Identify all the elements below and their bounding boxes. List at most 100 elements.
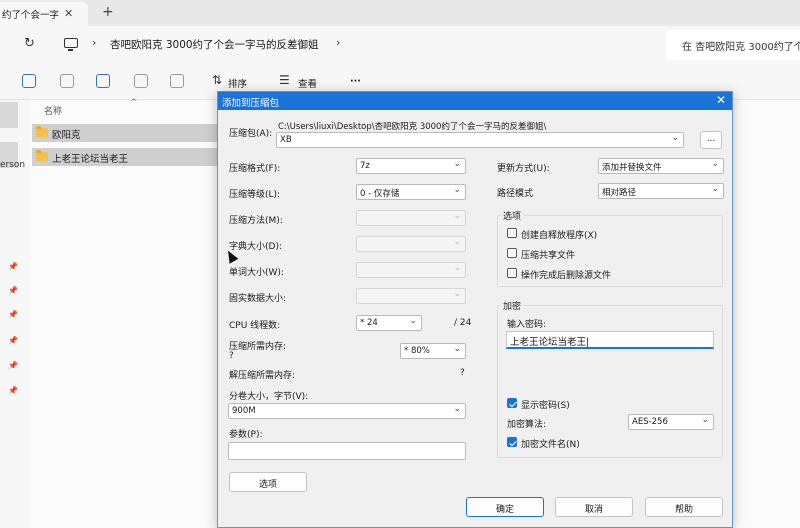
browse-button[interactable]: ...: [700, 131, 722, 149]
archive-name-combo[interactable]: XB ⌄: [276, 132, 684, 148]
cancel-button[interactable]: 取消: [555, 497, 633, 517]
paste-icon[interactable]: [60, 74, 74, 88]
file-name: 欧阳克: [52, 130, 81, 141]
nav-item-label[interactable]: erson: [0, 160, 25, 170]
breadcrumb-folder[interactable]: 杏吧欧阳克 3000约了个会一字马的反差御姐: [110, 37, 319, 52]
show-password-checkbox[interactable]: [507, 398, 517, 408]
delete-source-label[interactable]: 操作完成后删除源文件: [521, 268, 611, 281]
level-value: 0 - 仅存储: [360, 189, 400, 199]
view-button[interactable]: 查看: [298, 76, 317, 90]
sfx-checkbox[interactable]: [507, 228, 517, 238]
add-to-archive-dialog: 添加到压缩包 ✕ 压缩包(A): C:\Users\liuxi\Desktop\…: [217, 91, 733, 528]
password-input[interactable]: 上老王论坛当老王|: [506, 331, 714, 349]
split-volume-combo[interactable]: 900M ⌄: [228, 403, 466, 419]
tab-bar: 约了个会一字 ✕ +: [0, 0, 800, 26]
decompress-memory-value: ?: [460, 368, 465, 378]
delete-icon[interactable]: [170, 74, 184, 88]
method-select[interactable]: ⌄: [356, 210, 466, 226]
cpu-label: CPU 线程数:: [229, 321, 281, 331]
navigation-pane: erson 📌 📌 📌 📌 📌 📌: [0, 100, 30, 528]
split-value: 900M: [232, 406, 256, 416]
show-password-label[interactable]: 显示密码(S): [521, 398, 570, 411]
level-label: 压缩等级(L):: [229, 190, 281, 200]
sort-icon[interactable]: ⇅: [212, 73, 222, 87]
list-item[interactable]: 上老王论坛当老王: [32, 148, 218, 166]
memory-value: * 80%: [404, 346, 430, 356]
this-pc-icon[interactable]: [64, 38, 78, 51]
chevron-down-icon: ⌄: [453, 211, 461, 221]
level-select[interactable]: 0 - 仅存储 ⌄: [356, 184, 466, 200]
chevron-down-icon: ⌄: [711, 159, 719, 169]
nav-item[interactable]: [0, 102, 18, 128]
encryption-method-select[interactable]: AES-256 ⌄: [628, 414, 714, 430]
view-icon[interactable]: ☰: [279, 73, 290, 87]
format-select[interactable]: 7z ⌄: [356, 158, 466, 174]
chevron-right-icon[interactable]: ›: [336, 36, 340, 49]
format-label: 压缩格式(F):: [229, 164, 281, 174]
chevron-down-icon: ⌄: [453, 263, 461, 273]
tab-close-icon[interactable]: ✕: [64, 7, 73, 20]
pin-icon: 📌: [8, 336, 18, 345]
memory-select[interactable]: * 80% ⌄: [400, 343, 466, 359]
rename-icon[interactable]: [96, 74, 110, 88]
params-input[interactable]: [228, 442, 466, 460]
shared-label[interactable]: 压缩共享文件: [521, 248, 575, 261]
update-mode-label: 更新方式(U):: [497, 164, 550, 174]
folder-icon: [36, 126, 48, 137]
dict-select[interactable]: ⌄: [356, 236, 466, 252]
chevron-down-icon: ⌄: [409, 316, 417, 326]
copy-icon[interactable]: [22, 74, 36, 88]
solid-label: 固实数据大小:: [229, 294, 287, 304]
archive-path: C:\Users\liuxi\Desktop\杏吧欧阳克 3000约了个会一字马…: [278, 122, 547, 132]
close-icon[interactable]: ✕: [716, 93, 726, 107]
encrypt-names-checkbox[interactable]: [507, 437, 517, 447]
options-button[interactable]: 选项: [229, 472, 307, 492]
path-mode-select[interactable]: 相对路径 ⌄: [598, 183, 724, 199]
sfx-label[interactable]: 创建自释放程序(X): [521, 228, 597, 241]
column-header-name[interactable]: 名称: [44, 104, 62, 117]
search-input[interactable]: 在 杏吧欧阳克 3000约了个会: [666, 30, 800, 60]
sort-caret-icon: ^: [130, 98, 138, 108]
text-cursor: |: [586, 337, 590, 348]
new-tab-icon[interactable]: +: [102, 4, 114, 20]
delete-source-checkbox[interactable]: [507, 268, 517, 278]
solid-select[interactable]: ⌄: [356, 288, 466, 304]
shared-checkbox[interactable]: [507, 248, 517, 258]
sort-button[interactable]: 排序: [228, 76, 247, 90]
dialog-titlebar[interactable]: 添加到压缩包 ✕: [218, 92, 732, 110]
chevron-down-icon: ⌄: [453, 404, 461, 414]
tab-current-folder[interactable]: 约了个会一字 ✕: [0, 2, 88, 26]
password-value: 上老王论坛当老王: [510, 337, 587, 348]
path-mode-value: 相对路径: [602, 188, 637, 198]
cpu-select[interactable]: * 24 ⌄: [356, 315, 422, 331]
ok-button[interactable]: 确定: [466, 497, 544, 517]
word-select[interactable]: ⌄: [356, 262, 466, 278]
help-button[interactable]: 帮助: [645, 497, 723, 517]
pin-icon: 📌: [8, 361, 18, 370]
chevron-down-icon: ⌄: [453, 237, 461, 247]
update-mode-value: 添加并替换文件: [602, 163, 662, 173]
list-item[interactable]: 欧阳克: [32, 124, 218, 142]
more-options-button[interactable]: ···: [350, 76, 361, 87]
folder-icon: [36, 150, 48, 161]
chevron-down-icon: ⌄: [711, 184, 719, 194]
dict-label: 字典大小(D):: [229, 242, 282, 252]
encrypt-names-label[interactable]: 加密文件名(N): [521, 437, 580, 450]
chevron-right-icon[interactable]: ›: [92, 36, 96, 49]
pin-icon: 📌: [8, 310, 18, 319]
encryption-group-title: 加密: [501, 299, 524, 312]
share-icon[interactable]: [134, 74, 148, 88]
update-mode-select[interactable]: 添加并替换文件 ⌄: [598, 158, 724, 174]
encryption-method-value: AES-256: [632, 417, 668, 427]
method-label: 压缩方法(M):: [229, 216, 283, 226]
options-group-title: 选项: [501, 209, 524, 222]
dialog-title: 添加到压缩包: [222, 98, 280, 109]
pin-icon: 📌: [8, 386, 18, 395]
password-label: 输入密码:: [507, 320, 547, 330]
word-label: 单词大小(W):: [229, 268, 284, 278]
chevron-down-icon[interactable]: ⌄: [671, 133, 679, 143]
refresh-icon[interactable]: ↻: [24, 36, 35, 51]
decompress-memory-label: 解压缩所需内存:: [229, 371, 296, 381]
path-mode-label: 路径模式: [497, 189, 534, 199]
file-name: 上老王论坛当老王: [52, 154, 129, 165]
